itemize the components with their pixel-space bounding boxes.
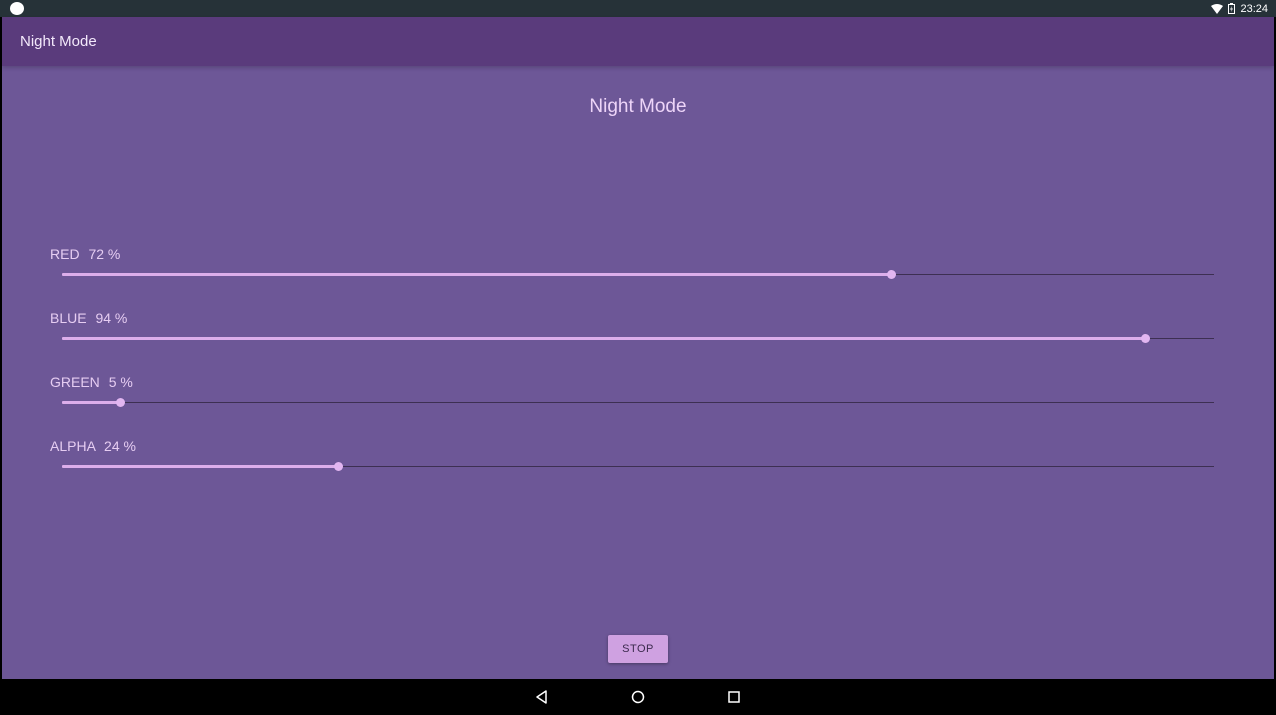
app-bar-title: Night Mode xyxy=(20,33,97,50)
stop-button[interactable]: STOP xyxy=(608,635,668,663)
slider-fill xyxy=(62,465,339,468)
navigation-bar xyxy=(0,679,1276,715)
slider-red: RED 72 % xyxy=(2,246,1274,306)
wifi-icon xyxy=(1211,3,1224,14)
slider-thumb[interactable] xyxy=(887,270,897,279)
slider-label-green: GREEN 5 % xyxy=(50,374,133,390)
slider-thumb[interactable] xyxy=(1140,334,1150,343)
page-title: Night Mode xyxy=(589,96,687,117)
slider-label-blue: BLUE 94 % xyxy=(50,310,127,326)
slider-name: BLUE xyxy=(50,310,87,326)
app-bar: Night Mode xyxy=(2,17,1274,66)
battery-icon xyxy=(1228,3,1236,14)
slider-track[interactable] xyxy=(62,402,1214,403)
status-bar: 23:24 xyxy=(0,0,1276,17)
slider-fill xyxy=(62,337,1145,340)
slider-green: GREEN 5 % xyxy=(2,374,1274,434)
slider-value-text: 72 % xyxy=(88,246,121,262)
recents-icon[interactable] xyxy=(724,687,744,707)
slider-thumb[interactable] xyxy=(334,462,344,471)
slider-value-text: 24 % xyxy=(104,438,136,454)
status-time: 23:24 xyxy=(1240,2,1268,15)
slider-name: GREEN xyxy=(50,374,100,390)
slider-label-red: RED 72 % xyxy=(50,246,120,262)
main-content: Night Mode RED 72 % BLUE 94 % GREEN 5 % … xyxy=(2,66,1274,679)
slider-value-text: 94 % xyxy=(95,310,128,326)
status-right-group: 23:24 xyxy=(1211,0,1268,17)
slider-alpha: ALPHA 24 % xyxy=(2,438,1274,498)
slider-value-text: 5 % xyxy=(108,374,133,390)
back-icon[interactable] xyxy=(532,687,552,707)
slider-fill xyxy=(62,401,120,404)
slider-label-alpha: ALPHA 24 % xyxy=(50,438,136,454)
slider-name: RED xyxy=(50,246,80,262)
slider-fill xyxy=(62,273,892,276)
notification-dot-icon xyxy=(10,2,24,15)
home-icon[interactable] xyxy=(628,687,648,707)
slider-name: ALPHA xyxy=(50,438,96,454)
slider-thumb[interactable] xyxy=(115,398,125,407)
slider-blue: BLUE 94 % xyxy=(2,310,1274,370)
